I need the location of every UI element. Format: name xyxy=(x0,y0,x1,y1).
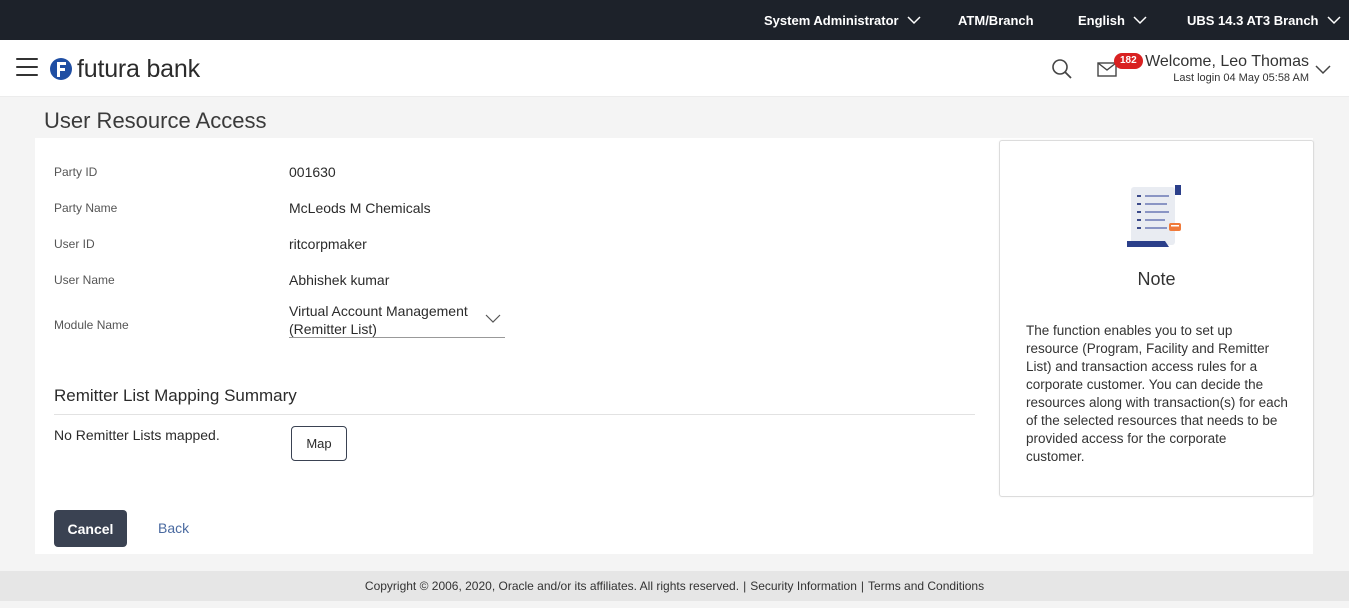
footer: Copyright © 2006, 2020, Oracle and/or it… xyxy=(0,571,1349,601)
welcome-text: Welcome, Leo Thomas xyxy=(1145,53,1309,70)
logo-text: futura bank xyxy=(77,54,200,83)
note-text: The function enables you to set up resou… xyxy=(1026,323,1288,464)
language-dropdown[interactable]: English xyxy=(1078,0,1147,40)
user-id-value: ritcorpmaker xyxy=(289,236,367,252)
party-name-value: McLeods M Chemicals xyxy=(289,200,431,216)
hamburger-icon[interactable] xyxy=(16,58,38,78)
party-id-label: Party ID xyxy=(54,165,98,179)
module-name-label: Module Name xyxy=(54,318,129,332)
party-name-label: Party Name xyxy=(54,201,118,215)
no-remitter-text: No Remitter Lists mapped. xyxy=(54,427,220,443)
section-divider xyxy=(54,414,975,415)
back-link[interactable]: Back xyxy=(158,520,189,536)
app-header: futura bank 182 Welcome, Leo Thomas Last… xyxy=(0,40,1349,97)
branch-dropdown[interactable]: UBS 14.3 AT3 Branch xyxy=(1187,0,1341,40)
user-name-value: Abhishek kumar xyxy=(289,272,390,288)
cancel-button[interactable]: Cancel xyxy=(54,510,127,547)
remitter-summary-title: Remitter List Mapping Summary xyxy=(54,386,297,405)
user-name-label: User Name xyxy=(54,273,115,287)
atm-branch-label: ATM/Branch xyxy=(958,12,1034,28)
copyright-text: Copyright © 2006, 2020, Oracle and/or it… xyxy=(364,579,740,593)
user-id-label: User ID xyxy=(54,237,95,251)
security-information-link[interactable]: Security Information xyxy=(750,579,857,593)
chevron-down-icon xyxy=(1326,16,1341,25)
map-button[interactable]: Map xyxy=(291,426,347,461)
chevron-down-icon xyxy=(907,16,921,25)
module-name-select[interactable]: Virtual Account Management (Remitter Lis… xyxy=(289,302,505,338)
role-dropdown[interactable]: System Administrator xyxy=(764,0,921,40)
party-id-value: 001630 xyxy=(289,164,336,180)
role-label: System Administrator xyxy=(764,12,899,28)
notifications-button[interactable]: 182 xyxy=(1097,53,1143,84)
note-document-icon xyxy=(1127,185,1181,247)
module-name-value: Virtual Account Management (Remitter Lis… xyxy=(289,303,468,337)
page-title: User Resource Access xyxy=(44,108,267,133)
language-label: English xyxy=(1078,12,1125,28)
futura-logo-icon xyxy=(50,58,72,80)
note-panel: Note The function enables you to set up … xyxy=(999,140,1314,497)
notification-badge: 182 xyxy=(1114,53,1143,69)
user-info[interactable]: Welcome, Leo Thomas Last login 04 May 05… xyxy=(1145,53,1309,84)
chevron-down-icon xyxy=(1133,16,1147,25)
footer-separator: | xyxy=(860,579,865,593)
top-bar: System Administrator ATM/Branch English … xyxy=(0,0,1349,40)
last-login-text: Last login 04 May 05:58 AM xyxy=(1173,72,1309,84)
search-icon[interactable] xyxy=(1051,58,1073,80)
footer-separator: | xyxy=(743,579,747,593)
terms-conditions-link[interactable]: Terms and Conditions xyxy=(868,579,984,593)
branch-label: UBS 14.3 AT3 Branch xyxy=(1187,12,1319,28)
note-title: Note xyxy=(1137,269,1176,289)
atm-branch-link[interactable]: ATM/Branch xyxy=(958,0,1034,40)
chevron-down-icon xyxy=(485,314,501,323)
chevron-down-icon[interactable] xyxy=(1314,60,1332,78)
bank-logo[interactable]: futura bank xyxy=(49,55,200,83)
